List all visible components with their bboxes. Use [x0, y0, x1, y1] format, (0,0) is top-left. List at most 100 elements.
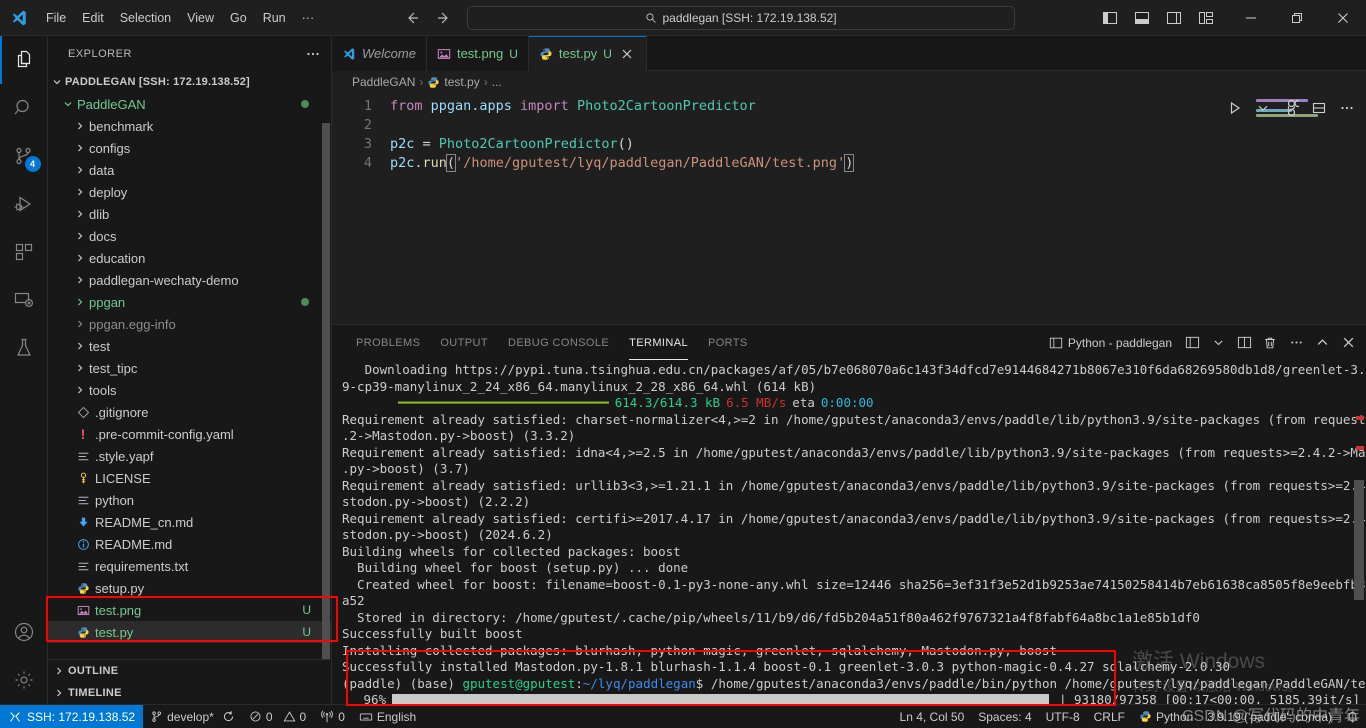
tree-row-gitignore[interactable]: .gitignore — [48, 401, 331, 423]
file-tree[interactable]: PaddleGAN benchmark configs data deploy … — [48, 93, 331, 659]
tree-row-education[interactable]: education — [48, 247, 331, 269]
tree-row-tools[interactable]: tools — [48, 379, 331, 401]
tree-row-pre-commit-config[interactable]: ! .pre-commit-config.yaml — [48, 423, 331, 445]
status-cursor-position[interactable]: Ln 4, Col 50 — [893, 705, 972, 728]
tree-row-configs[interactable]: configs — [48, 137, 331, 159]
split-editor-down-icon[interactable] — [1306, 95, 1332, 121]
tree-row-paddlegan-wechaty-demo[interactable]: paddlegan-wechaty-demo — [48, 269, 331, 291]
close-button[interactable] — [1320, 0, 1366, 35]
activitybar-item-explorer[interactable] — [0, 36, 48, 84]
menu-more[interactable]: ··· — [294, 8, 323, 28]
tree-row-dlib[interactable]: dlib — [48, 203, 331, 225]
panel-tab-ports[interactable]: PORTS — [698, 325, 758, 360]
code-content[interactable]: 1 from ppgan.apps import Photo2CartoonPr… — [332, 93, 1366, 173]
sync-icon[interactable] — [222, 710, 235, 723]
breadcrumb-item-file[interactable]: test.py — [444, 75, 479, 89]
maximize-button[interactable] — [1274, 0, 1320, 35]
activitybar-item-run-and-debug[interactable] — [0, 180, 48, 228]
toggle-panel-icon[interactable] — [1128, 4, 1156, 32]
workspace-root-row[interactable]: PADDLEGAN [SSH: 172.19.138.52] — [48, 71, 331, 93]
ellipsis-icon[interactable] — [305, 46, 321, 62]
chevron-down-icon[interactable] — [1206, 331, 1230, 355]
tree-row-test[interactable]: test — [48, 335, 331, 357]
chevron-down-icon[interactable] — [1250, 95, 1276, 121]
tree-row-license[interactable]: LICENSE — [48, 467, 331, 489]
status-ports[interactable]: 0 — [313, 705, 352, 728]
arrow-right-icon[interactable] — [435, 9, 453, 27]
sidebar-section-timeline[interactable]: TIMELINE — [48, 682, 331, 704]
tree-row-test-py[interactable]: test.py U — [48, 621, 331, 643]
ellipsis-icon[interactable] — [1284, 331, 1308, 355]
code-editor[interactable]: 1 from ppgan.apps import Photo2CartoonPr… — [332, 93, 1366, 324]
status-eol[interactable]: CRLF — [1087, 705, 1132, 728]
tree-row-readme-cn[interactable]: README_cn.md — [48, 511, 331, 533]
tree-row-ppgan[interactable]: ppgan — [48, 291, 331, 313]
status-problems[interactable]: 0 0 — [242, 705, 313, 728]
activitybar-item-source-control[interactable]: 4 — [0, 132, 48, 180]
activitybar-item-manage[interactable] — [0, 656, 48, 704]
command-center[interactable]: paddlegan [SSH: 172.19.138.52] — [467, 5, 1016, 30]
split-editor-right-icon[interactable] — [1278, 95, 1304, 121]
status-encoding[interactable]: UTF-8 — [1039, 705, 1087, 728]
chevron-up-icon[interactable] — [1310, 331, 1334, 355]
arrow-left-icon[interactable] — [403, 9, 421, 27]
tree-row-test-png[interactable]: test.png U — [48, 599, 331, 621]
tab-test-py[interactable]: test.py U — [528, 36, 647, 71]
tree-row-test-tipc[interactable]: test_tipc — [48, 357, 331, 379]
menu-selection[interactable]: Selection — [112, 8, 179, 28]
ellipsis-icon[interactable] — [1334, 95, 1360, 121]
terminal-scrollbar-thumb[interactable] — [1354, 480, 1364, 600]
status-remote-indicator[interactable]: SSH: 172.19.138.52 — [0, 704, 144, 728]
tree-row-readme[interactable]: README.md — [48, 533, 331, 555]
panel-tab-terminal[interactable]: TERMINAL — [619, 325, 698, 360]
menu-file[interactable]: File — [38, 8, 74, 28]
breadcrumb-item-project[interactable]: PaddleGAN — [352, 75, 415, 89]
menu-go[interactable]: Go — [222, 8, 255, 28]
editor-minimap[interactable] — [1256, 93, 1352, 324]
split-terminal-icon[interactable] — [1180, 331, 1204, 355]
sidebar-scrollbar[interactable] — [321, 93, 331, 659]
breadcrumb[interactable]: PaddleGAN › test.py › ... — [332, 71, 1366, 93]
activitybar-item-accounts[interactable] — [0, 608, 48, 656]
terminal-output[interactable]: Downloading https://pypi.tuna.tsinghua.e… — [332, 360, 1366, 704]
split-terminal-icon[interactable] — [1232, 331, 1256, 355]
tree-row-setup-py[interactable]: setup.py — [48, 577, 331, 599]
tree-row-style-yapf[interactable]: .style.yapf — [48, 445, 331, 467]
tree-row-docs[interactable]: docs — [48, 225, 331, 247]
panel-tab-debug-console[interactable]: DEBUG CONSOLE — [498, 325, 619, 360]
close-icon[interactable] — [1336, 331, 1360, 355]
sidebar-section-outline[interactable]: OUTLINE — [48, 660, 331, 682]
tree-row-deploy[interactable]: deploy — [48, 181, 331, 203]
status-indentation[interactable]: Spaces: 4 — [971, 705, 1038, 728]
trash-icon[interactable] — [1258, 331, 1282, 355]
status-language-input[interactable]: English — [352, 705, 423, 728]
tree-row-requirements[interactable]: requirements.txt — [48, 555, 331, 577]
status-branch[interactable]: develop* — [143, 705, 242, 728]
tree-row-python-file[interactable]: python — [48, 489, 331, 511]
activitybar-item-testing[interactable] — [0, 324, 48, 372]
menu-run[interactable]: Run — [255, 8, 294, 28]
panel-tab-problems[interactable]: PROBLEMS — [346, 325, 430, 360]
tree-row-project[interactable]: PaddleGAN — [48, 93, 331, 115]
tab-test-png[interactable]: test.png U — [426, 36, 529, 71]
activitybar-item-extensions[interactable] — [0, 228, 48, 276]
tree-row-data[interactable]: data — [48, 159, 331, 181]
activitybar-item-remote-explorer[interactable] — [0, 276, 48, 324]
toggle-primary-sidebar-icon[interactable] — [1096, 4, 1124, 32]
sidebar-scrollbar-thumb[interactable] — [322, 123, 330, 659]
close-icon[interactable] — [618, 45, 636, 63]
tab-welcome[interactable]: Welcome — [332, 36, 427, 71]
activitybar-item-search[interactable] — [0, 84, 48, 132]
toggle-secondary-sidebar-icon[interactable] — [1160, 4, 1188, 32]
breadcrumb-item-symbol[interactable]: ... — [492, 75, 502, 89]
menu-bar[interactable]: File Edit Selection View Go Run ··· — [38, 8, 322, 28]
run-python-file-icon[interactable] — [1222, 95, 1248, 121]
tree-row-ppgan-egg-info[interactable]: ppgan.egg-info — [48, 313, 331, 335]
menu-view[interactable]: View — [179, 8, 222, 28]
active-terminal-selector[interactable]: Python - paddlegan — [1047, 336, 1178, 350]
menu-edit[interactable]: Edit — [74, 8, 112, 28]
customize-layout-icon[interactable] — [1192, 4, 1220, 32]
tree-row-benchmark[interactable]: benchmark — [48, 115, 331, 137]
panel-tab-output[interactable]: OUTPUT — [430, 325, 498, 360]
minimize-button[interactable] — [1228, 0, 1274, 35]
